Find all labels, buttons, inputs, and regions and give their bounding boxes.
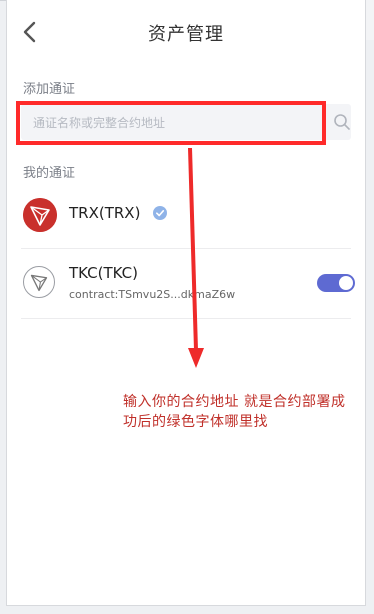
annotation-note: 输入你的合约地址 就是合约部署成 功后的绿色字体哪里找 <box>123 392 373 432</box>
token-search-input[interactable] <box>31 104 315 142</box>
my-tokens-label: 我的通证 <box>23 166 76 181</box>
token-enabled-toggle[interactable] <box>317 274 355 292</box>
token-row-trx[interactable]: TRX(TRX) <box>21 190 351 249</box>
tkc-logo-icon <box>23 266 55 298</box>
header: 资产管理 <box>7 12 365 52</box>
annotation-line-1: 输入你的合约地址 就是合约部署成 <box>123 394 346 410</box>
right-edge-tab <box>365 0 374 40</box>
verified-badge-icon <box>153 206 167 220</box>
search-icon[interactable] <box>333 113 351 131</box>
toggle-knob <box>339 276 353 290</box>
token-row-tkc[interactable]: TKC(TKC) contract:TSmvu2S...dkmaZ6w <box>21 250 355 319</box>
token-name: TKC(TKC) <box>69 264 139 282</box>
page-title: 资产管理 <box>148 24 224 45</box>
trx-logo-icon <box>23 198 57 232</box>
token-name: TRX(TRX) <box>69 204 141 222</box>
annotation-line-2: 功后的绿色字体哪里找 <box>123 414 268 430</box>
token-search-box <box>21 104 351 142</box>
token-contract-address: contract:TSmvu2S...dkmaZ6w <box>69 288 236 301</box>
asset-management-panel: 资产管理 添加通证 我的通证 TRX(TRX) TKC(T <box>6 0 366 606</box>
add-token-label: 添加通证 <box>23 82 76 97</box>
